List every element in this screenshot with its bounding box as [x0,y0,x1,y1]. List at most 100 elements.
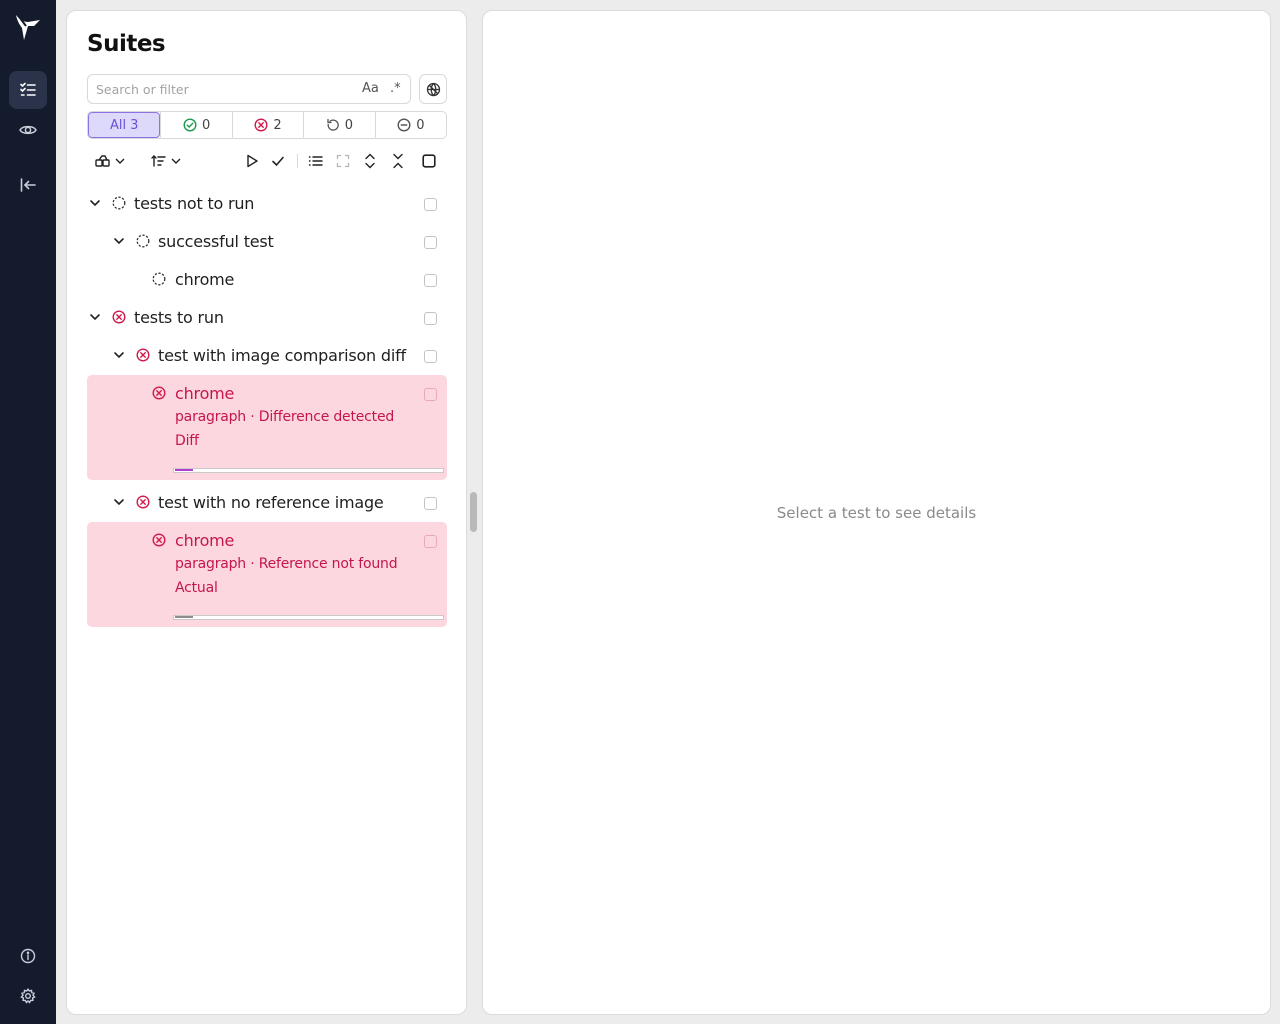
accept-button[interactable] [271,151,285,171]
chevron-down-icon [171,158,181,164]
filter-retried-tab[interactable]: 0 [303,112,374,138]
suites-panel: Suites Aa .* All 3 0 2 0 0 [66,10,467,1015]
chevron-down-icon[interactable] [89,311,101,323]
tree-item-label: test with no reference image [158,493,384,512]
x-circle-icon [254,118,268,132]
settings-gear-icon [20,988,36,1004]
filter-skipped-tab[interactable]: 0 [374,112,446,138]
check-icon [272,156,284,167]
chevron-down-icon[interactable] [113,496,125,508]
filter-all-label: All 3 [109,117,139,133]
suites-nav-button[interactable] [9,71,47,109]
page-title: Suites [87,31,166,57]
panel-resize-handle[interactable] [470,492,477,532]
filter-skipped-count: 0 [416,117,425,133]
details-panel: Select a test to see details [482,10,1271,1015]
filter-retried-count: 0 [344,117,354,133]
info-button[interactable] [9,937,47,975]
tree-view-button[interactable] [308,151,323,171]
filter-all-tab[interactable]: All 3 [88,112,161,138]
failed-status-icon [112,310,126,324]
failed-status-icon [136,495,150,509]
tree-item-label: test with image comparison diff [158,346,406,365]
row-checkbox[interactable] [424,497,437,510]
collapse-sidebar-button[interactable] [9,166,47,204]
search-input[interactable] [96,81,346,97]
screenshot-mode-label: Actual [175,580,218,596]
chevron-down-icon [115,158,125,164]
tree-row-suite[interactable]: tests not to run [87,185,447,223]
row-checkbox[interactable] [424,535,437,548]
toolbar-divider [297,154,298,168]
row-checkbox[interactable] [424,388,437,401]
chevron-down-icon[interactable] [113,235,125,247]
focus-button[interactable] [336,151,350,171]
diff-highlight [175,469,193,471]
filter-failed-count: 2 [273,117,282,133]
collapse-all-button[interactable] [392,151,404,171]
failed-browser-card[interactable]: chrome paragraph · Reference not found A… [87,522,447,627]
run-tests-button[interactable] [245,151,259,171]
regex-toggle[interactable]: .* [390,81,401,96]
select-all-checkbox[interactable] [422,151,436,171]
filter-passed-count: 0 [201,117,211,133]
collapse-icon [393,153,403,169]
actual-screenshot-thumbnail[interactable] [173,615,444,620]
expand-all-button[interactable] [364,151,376,171]
tree-item-label: chrome [175,384,235,403]
search-box[interactable]: Aa .* [87,74,411,104]
row-checkbox[interactable] [424,350,437,363]
tree-row-browser[interactable]: chrome [87,522,447,560]
suites-list-icon [20,82,36,96]
retry-icon [327,118,339,131]
list-icon [308,156,323,166]
tree-row-browser[interactable]: chrome [87,261,447,299]
failed-status-icon [136,348,150,362]
tree-row-suite[interactable]: tests to run [87,299,447,337]
status-filter-tabs: All 3 0 2 0 0 [87,111,447,139]
tree-row-test[interactable]: test with image comparison diff [87,337,447,375]
idle-status-icon [136,234,150,248]
sort-icon [151,155,166,167]
actual-content-mark [175,616,193,618]
sort-dropdown[interactable] [151,151,181,171]
row-checkbox[interactable] [424,198,437,211]
screenshot-mode-label: Diff [175,433,199,449]
tree-item-label: chrome [175,531,235,550]
idle-status-icon [112,196,126,210]
filter-failed-tab[interactable]: 2 [231,112,303,138]
tree-row-browser[interactable]: chrome [87,375,447,413]
check-circle-icon [183,118,197,132]
settings-button[interactable] [9,977,47,1015]
error-summary: paragraph · Difference detected [175,409,395,425]
focus-frame-icon [336,154,350,168]
diff-screenshot-thumbnail[interactable] [173,468,444,473]
chevron-down-icon[interactable] [113,349,125,361]
failed-browser-card[interactable]: chrome paragraph · Difference detected D… [87,375,447,480]
empty-state-text: Select a test to see details [776,503,977,522]
tree-row-test[interactable]: successful test [87,223,447,261]
tree-row-test[interactable]: test with no reference image [87,484,447,522]
error-summary: paragraph · Reference not found [175,556,398,572]
visual-checks-nav-button[interactable] [9,111,47,149]
filter-passed-tab[interactable]: 0 [160,112,231,138]
row-checkbox[interactable] [424,274,437,287]
app-rail [0,0,56,1024]
suites-tree: tests not to run successful test chrome … [87,185,447,627]
checkbox-icon [422,154,436,168]
tree-item-label: tests not to run [134,194,255,213]
chevron-down-icon[interactable] [89,197,101,209]
global-filter-button[interactable] [419,74,447,104]
match-case-toggle[interactable]: Aa [362,81,379,96]
testplane-logo-icon[interactable] [14,12,42,42]
row-checkbox[interactable] [424,312,437,325]
minus-circle-icon [397,118,411,132]
info-icon [20,948,36,964]
group-by-icon [95,155,110,167]
play-icon [247,154,258,168]
collapse-sidebar-icon [20,178,36,192]
failed-status-icon [152,386,166,400]
group-by-dropdown[interactable] [95,151,125,171]
row-checkbox[interactable] [424,236,437,249]
failed-status-icon [152,533,166,547]
